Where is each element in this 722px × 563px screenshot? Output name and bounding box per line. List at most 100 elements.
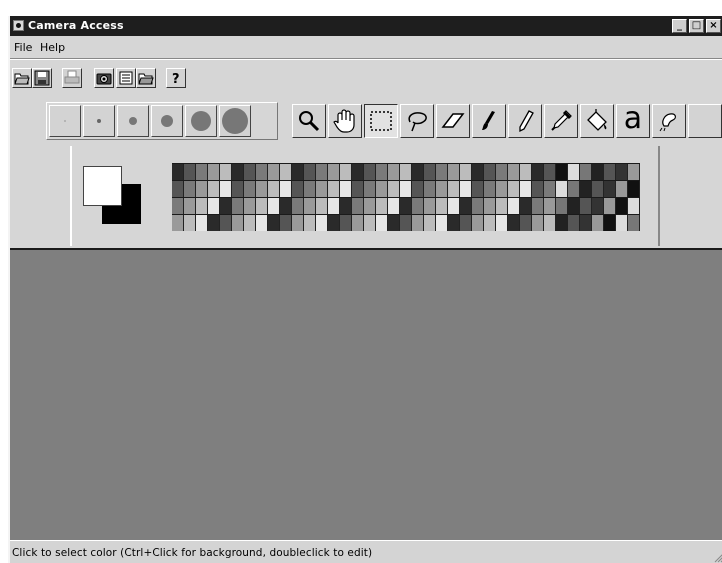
open-button[interactable] [12,68,32,88]
brush-size-5[interactable] [185,105,217,137]
palette-color-cell[interactable] [292,215,304,231]
brush-tool[interactable] [472,104,506,138]
palette-color-cell[interactable] [172,198,184,214]
palette-color-cell[interactable] [388,198,400,214]
palette-color-cell[interactable] [220,215,232,231]
palette-color-cell[interactable] [604,215,616,231]
palette-color-cell[interactable] [340,181,352,197]
palette-color-cell[interactable] [340,198,352,214]
palette-color-cell[interactable] [628,215,640,231]
palette-color-cell[interactable] [628,198,640,214]
palette-color-cell[interactable] [268,164,280,180]
palette-color-cell[interactable] [400,181,412,197]
camera-button[interactable] [94,68,114,88]
open-folder-button[interactable] [136,68,156,88]
palette-color-cell[interactable] [532,164,544,180]
palette-color-cell[interactable] [244,215,256,231]
palette-color-cell[interactable] [484,198,496,214]
palette-color-cell[interactable] [436,181,448,197]
palette-color-cell[interactable] [364,198,376,214]
palette-color-cell[interactable] [460,215,472,231]
palette-color-cell[interactable] [616,198,628,214]
palette-color-cell[interactable] [196,164,208,180]
palette-color-cell[interactable] [280,181,292,197]
palette-color-cell[interactable] [604,181,616,197]
palette-color-cell[interactable] [496,198,508,214]
foreground-color-swatch[interactable] [83,166,122,206]
palette-color-cell[interactable] [256,198,268,214]
palette-color-cell[interactable] [304,164,316,180]
palette-color-cell[interactable] [520,164,532,180]
minimize-button[interactable]: _ [672,19,687,33]
palette-color-cell[interactable] [328,198,340,214]
palette-color-cell[interactable] [592,198,604,214]
palette-color-cell[interactable] [472,181,484,197]
palette-color-cell[interactable] [196,181,208,197]
palette-color-cell[interactable] [352,164,364,180]
palette-color-cell[interactable] [196,215,208,231]
palette-color-cell[interactable] [520,181,532,197]
palette-color-cell[interactable] [460,164,472,180]
menu-help[interactable]: Help [40,41,65,54]
palette-color-cell[interactable] [400,164,412,180]
palette-color-cell[interactable] [208,215,220,231]
palette-color-cell[interactable] [316,198,328,214]
palette-color-cell[interactable] [412,164,424,180]
palette-color-cell[interactable] [316,181,328,197]
camera-app-icon[interactable] [13,20,24,31]
palette-color-cell[interactable] [304,215,316,231]
palette-color-cell[interactable] [520,215,532,231]
rectangle-select-tool[interactable] [364,104,398,138]
palette-color-cell[interactable] [304,198,316,214]
pencil-tool[interactable] [508,104,542,138]
palette-color-cell[interactable] [532,198,544,214]
palette-color-cell[interactable] [220,164,232,180]
palette-color-cell[interactable] [292,181,304,197]
palette-color-cell[interactable] [292,198,304,214]
palette-color-cell[interactable] [520,198,532,214]
palette-color-cell[interactable] [208,164,220,180]
palette-color-cell[interactable] [424,164,436,180]
help-button[interactable]: ? [166,68,186,88]
palette-color-cell[interactable] [328,181,340,197]
palette-color-cell[interactable] [436,198,448,214]
palette-color-cell[interactable] [388,215,400,231]
zoom-tool[interactable] [292,104,326,138]
palette-color-cell[interactable] [376,181,388,197]
palette-color-cell[interactable] [544,164,556,180]
palette-color-cell[interactable] [244,181,256,197]
palette-color-cell[interactable] [616,164,628,180]
palette-color-cell[interactable] [364,215,376,231]
palette-color-cell[interactable] [172,164,184,180]
palette-color-cell[interactable] [412,198,424,214]
palette-color-cell[interactable] [484,215,496,231]
palette-color-cell[interactable] [184,181,196,197]
palette-color-cell[interactable] [196,198,208,214]
color-palette[interactable] [172,163,640,231]
palette-color-cell[interactable] [280,164,292,180]
palette-color-cell[interactable] [448,198,460,214]
palette-color-cell[interactable] [508,215,520,231]
more-tool[interactable] [688,104,722,138]
close-button[interactable]: × [706,19,721,33]
fill-bucket-tool[interactable] [580,104,614,138]
brush-size-2[interactable] [83,105,115,137]
palette-color-cell[interactable] [472,198,484,214]
eyedropper-tool[interactable] [544,104,578,138]
palette-color-cell[interactable] [340,164,352,180]
maximize-button[interactable]: □ [689,19,704,33]
palette-color-cell[interactable] [436,164,448,180]
palette-color-cell[interactable] [388,181,400,197]
palette-color-cell[interactable] [376,198,388,214]
palette-color-cell[interactable] [232,215,244,231]
brush-size-3[interactable] [117,105,149,137]
palette-color-cell[interactable] [352,198,364,214]
palette-color-cell[interactable] [352,215,364,231]
text-tool[interactable]: a [616,104,650,138]
palette-color-cell[interactable] [508,164,520,180]
palette-color-cell[interactable] [616,215,628,231]
palette-color-cell[interactable] [232,164,244,180]
palette-color-cell[interactable] [484,181,496,197]
resize-grip-icon[interactable] [712,551,722,563]
palette-color-cell[interactable] [412,215,424,231]
